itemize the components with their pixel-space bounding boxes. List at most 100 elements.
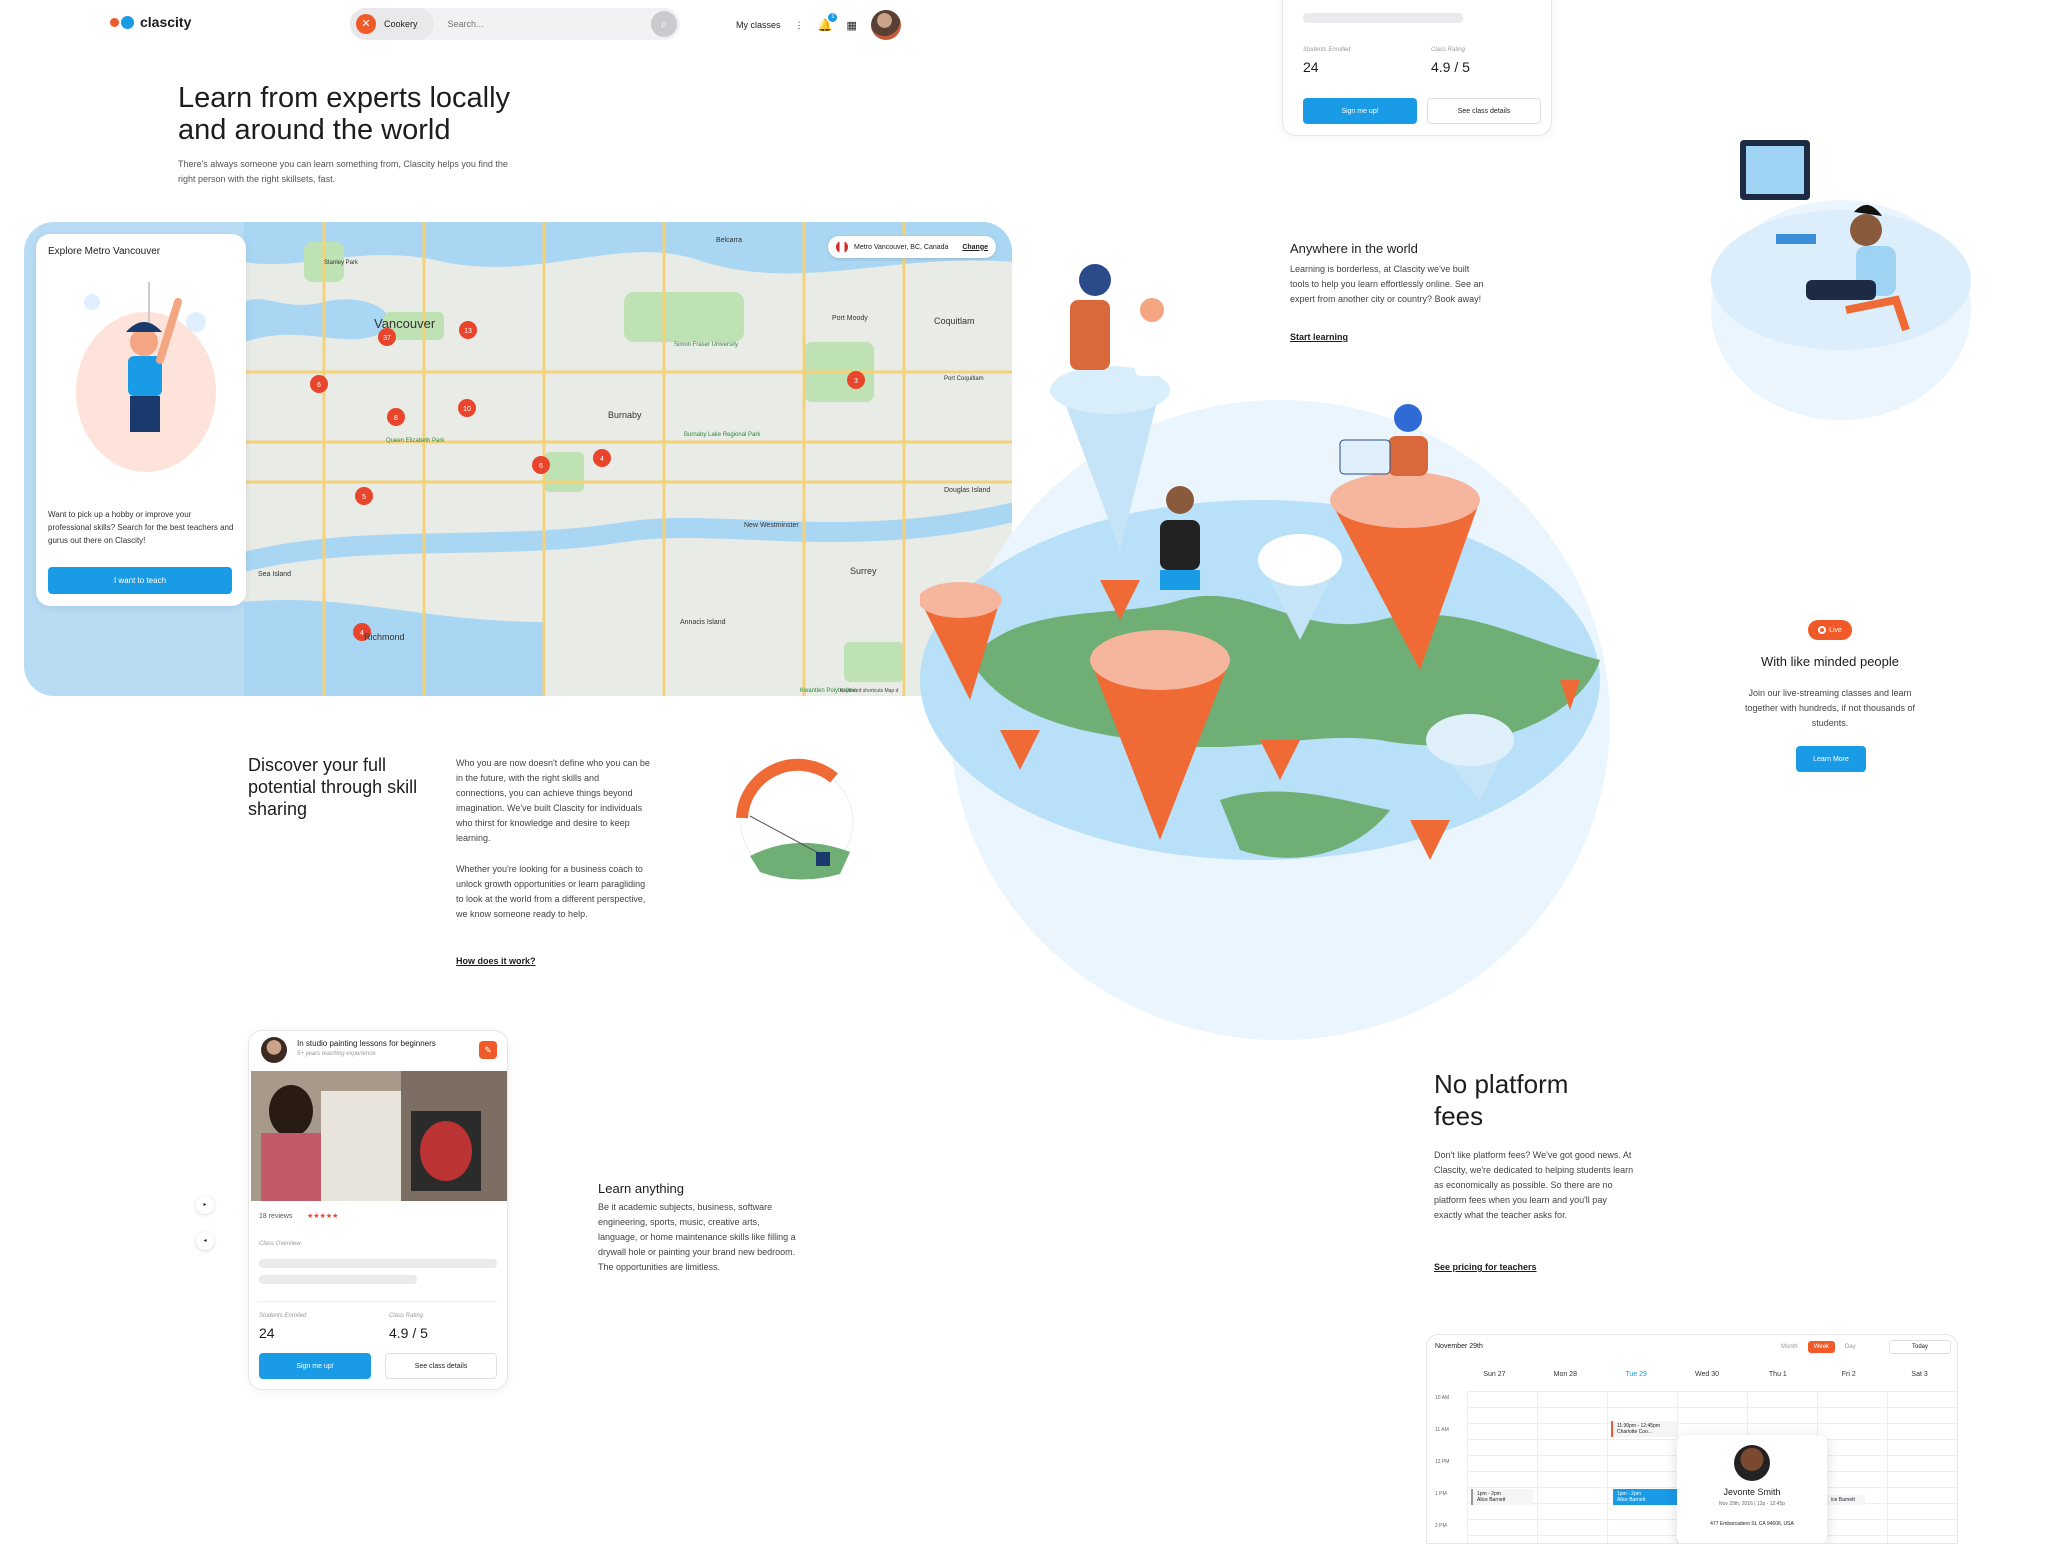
signup-button[interactable]: Sign me up!	[1303, 98, 1417, 124]
view-month[interactable]: Month	[1775, 1341, 1804, 1353]
pricing-link[interactable]: See pricing for teachers	[1434, 1262, 1537, 1272]
calendar-view-switch: Month Week Day	[1775, 1341, 1862, 1353]
view-day[interactable]: Day	[1839, 1341, 1862, 1353]
anywhere-text: Learning is borderless, at Clascity we'v…	[1290, 264, 1484, 304]
day-mon[interactable]: Mon 28	[1530, 1371, 1601, 1378]
time-1pm: 1 PM	[1435, 1491, 1447, 1497]
logo-dot-orange	[110, 17, 119, 27]
map-marker-6: 6	[539, 463, 543, 470]
class-title[interactable]: In studio painting lessons for beginners	[297, 1039, 436, 1048]
calendar-event[interactable]: ice Barnett	[1825, 1495, 1865, 1505]
category-label: Cookery	[384, 19, 418, 29]
map-marker-1: 37	[383, 335, 391, 342]
live-icon	[1818, 626, 1827, 634]
divider	[259, 1301, 497, 1302]
avatar[interactable]	[870, 10, 901, 40]
calendar-day-headers: Sun 27 Mon 28 Tue 29 Wed 30 Thu 1 Fri 2 …	[1459, 1371, 1955, 1378]
place-burnaby-lake: Burnaby Lake Regional Park	[684, 432, 761, 438]
enrolled-value: 24	[259, 1325, 275, 1341]
event-name: ice Barnett	[1831, 1497, 1855, 1503]
place-belcarra: Belcarra	[716, 237, 742, 244]
fees-title: No platform fees	[1434, 1069, 1569, 1131]
rating-label: Class Rating	[1431, 47, 1466, 53]
calendar-times: 10 AM 11 AM 12 PM 1 PM 2 PM	[1435, 1395, 1450, 1543]
top-nav: My classes ⋮ 🔔 1 ▦	[736, 10, 901, 40]
place-burnaby: Burnaby	[608, 410, 642, 420]
calendar-event[interactable]: 11:30pm - 12:45pm Charlotte Coo...	[1611, 1421, 1677, 1437]
day-sat[interactable]: Sat 3	[1884, 1371, 1955, 1378]
today-button[interactable]: Today	[1889, 1340, 1951, 1354]
start-learning-link[interactable]: Start learning	[1290, 332, 1348, 342]
discover-title: Discover your full potential through ski…	[248, 755, 418, 819]
anywhere-title: Anywhere in the world	[1290, 241, 1418, 256]
map-footer[interactable]: Keyboard shortcuts Map d	[840, 688, 898, 694]
skeleton-line	[259, 1259, 497, 1268]
category-selector[interactable]: ✕ Cookery	[350, 8, 434, 40]
place-annacis-island: Annacis Island	[680, 619, 726, 626]
day-tue[interactable]: Tue 29	[1601, 1371, 1672, 1378]
event-name: Alice Barnett	[1617, 1497, 1646, 1503]
paraglider-illustration	[736, 758, 854, 880]
search-icon[interactable]: ⌕	[651, 11, 677, 37]
class-card: In studio painting lessons for beginners…	[248, 1030, 508, 1390]
bell-icon[interactable]: 🔔 1	[818, 13, 838, 32]
class-details-button[interactable]: See class details	[385, 1353, 497, 1379]
day-fri[interactable]: Fri 2	[1813, 1371, 1884, 1378]
place-stanley-park: Stanley Park	[324, 260, 359, 266]
notification-badge: 1	[828, 13, 838, 22]
cookery-icon: ✕	[356, 14, 376, 34]
hero-subtitle: There's always someone you can learn som…	[178, 159, 508, 184]
skeleton-line	[259, 1275, 417, 1284]
my-classes-link[interactable]: My classes	[736, 20, 781, 30]
host-avatar	[1734, 1445, 1770, 1481]
signup-button[interactable]: Sign me up!	[259, 1353, 371, 1379]
teach-button[interactable]: I want to teach	[48, 567, 232, 594]
brand-logo[interactable]: clascity	[110, 14, 191, 30]
learn-text: Be it academic subjects, business, softw…	[598, 1202, 796, 1272]
class-photo	[251, 1071, 507, 1201]
day-wed[interactable]: Wed 30	[1672, 1371, 1743, 1378]
event-name: Charlotte Coo...	[1617, 1429, 1653, 1435]
day-thu[interactable]: Thu 1	[1742, 1371, 1813, 1378]
time-12pm: 12 PM	[1435, 1459, 1450, 1465]
teacher-experience: 5+ years teaching experience	[297, 1051, 376, 1057]
time-11am: 11 AM	[1435, 1427, 1449, 1433]
live-badge-label: Live	[1829, 626, 1842, 634]
skeleton-line	[1303, 13, 1463, 23]
reviews-count[interactable]: 18 reviews	[259, 1213, 292, 1220]
map-marker-5: 10	[463, 406, 471, 413]
calendar-icon[interactable]: ▦	[846, 19, 856, 32]
place-sea-island: Sea Island	[258, 571, 291, 578]
event-popup: Jevonte Smith Nov 29th, 2016 | 12p - 12:…	[1677, 1435, 1827, 1543]
event-name: Alice Barnett	[1477, 1497, 1506, 1503]
carousel-prev-icon[interactable]: ◂	[196, 1232, 214, 1250]
event-datetime: Nov 29th, 2016 | 12p - 12:45p	[1718, 1501, 1786, 1507]
rating-label: Class Rating	[389, 1313, 424, 1319]
view-week[interactable]: Week	[1807, 1341, 1835, 1353]
teacher-avatar	[261, 1037, 287, 1063]
more-icon[interactable]: ⋮	[795, 20, 804, 31]
overview-label: Class Overview	[259, 1241, 301, 1247]
climber-illustration	[76, 282, 216, 472]
fees-text: Don't like platform fees? We've got good…	[1434, 1150, 1634, 1220]
place-sfu: Simon Fraser University	[674, 342, 738, 348]
map-canvas[interactable]: 37 13 6 8 10 6 4 3 5 4 Vancouver Burnaby…	[244, 222, 1012, 696]
carousel-next-icon[interactable]: ▸	[196, 1196, 214, 1214]
class-details-button[interactable]: See class details	[1427, 98, 1541, 124]
place-vancouver: Vancouver	[374, 316, 436, 331]
rating-value: 4.9 / 5	[389, 1325, 428, 1341]
rating-value: 4.9 / 5	[1431, 59, 1470, 75]
logo-dot-blue	[121, 15, 134, 29]
canada-flag-icon	[836, 241, 848, 253]
calendar-event[interactable]: 1pm - 2pm Alice Barnett	[1471, 1489, 1533, 1505]
learn-more-button[interactable]: Learn More	[1796, 746, 1866, 772]
calendar-event-selected[interactable]: 1pm - 2pm Alice Barnett	[1611, 1489, 1677, 1505]
map-marker-7: 4	[600, 456, 604, 463]
day-sun[interactable]: Sun 27	[1459, 1371, 1530, 1378]
place-surrey: Surrey	[850, 566, 877, 576]
enrolled-value: 24	[1303, 59, 1319, 75]
brand-name: clascity	[140, 14, 192, 30]
how-it-works-link[interactable]: How does it work?	[456, 956, 536, 966]
map-marker-2: 13	[464, 328, 472, 335]
search-input[interactable]	[433, 19, 651, 29]
